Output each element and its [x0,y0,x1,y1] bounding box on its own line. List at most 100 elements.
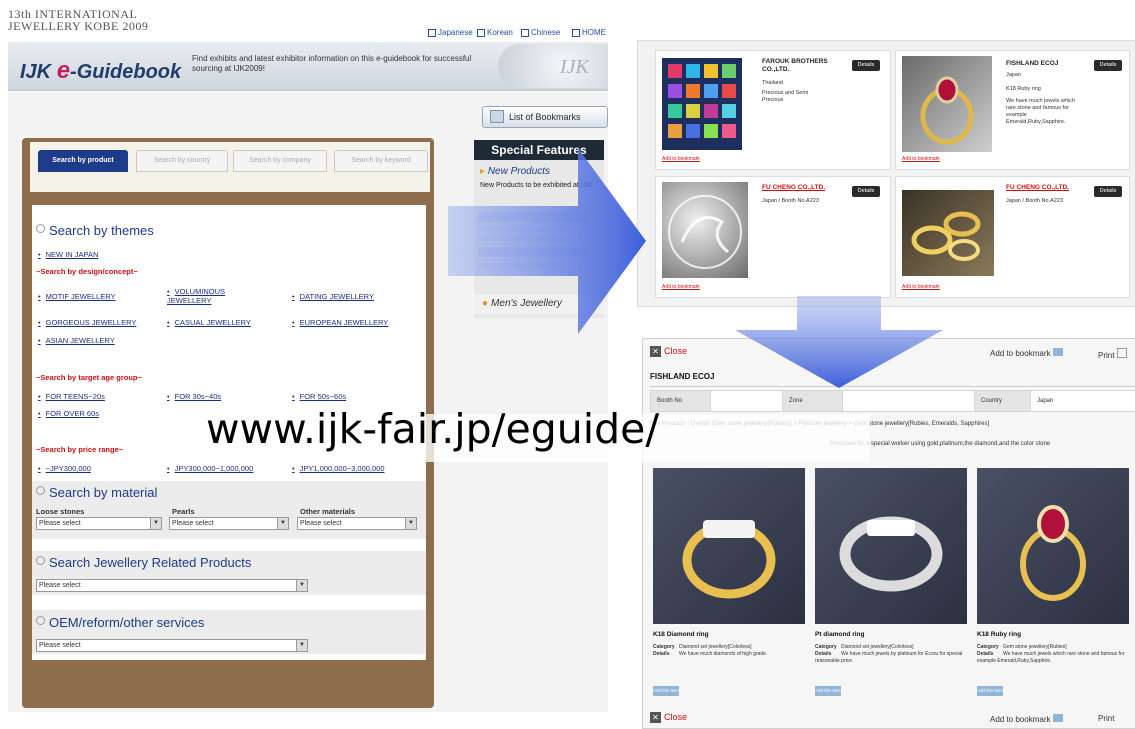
company-name-fu-cheng[interactable]: FU CHENG CO.,LTD. [762,184,825,192]
zone-label: Zone [782,390,844,412]
company-country: Japan [1006,72,1021,78]
home-link[interactable]: HOME [572,28,606,37]
product-title: K18 Ruby ring [977,631,1022,638]
product-image-k18-diamond-ring[interactable] [653,468,805,624]
design-concept-heading: ~Search by design/concept~ [36,267,138,276]
tab-search-by-company[interactable]: Search by company [233,150,327,172]
details-button[interactable]: Details [1094,60,1122,71]
bookmark-list-icon [490,110,504,123]
company-name-fishland: FISHLAND ECOJ [1006,60,1059,67]
details-button[interactable]: Details [852,60,880,71]
chevron-down-icon: ▼ [296,580,307,591]
details-line: Produced for a special worker using gold… [830,441,1051,447]
add-to-bookmark-button[interactable]: Add to bookmark [990,348,1063,358]
language-link-chinese[interactable]: Chinese [521,28,560,37]
chevron-down-icon: ▼ [296,640,307,651]
booth-label: Booth No [650,390,712,412]
add-item-button[interactable]: Add this item [653,686,679,696]
link-for-over-60s[interactable]: FOR OVER 60s [38,409,99,418]
product-details: Category Diamond set jewellery[Colorless]… [815,644,963,664]
company-location: Japan / Booth No.A223 [1006,198,1063,204]
link-for-50s-60s[interactable]: FOR 50s~60s [292,392,346,401]
add-to-bookmark-link[interactable]: Add to bookmark [902,284,940,290]
globe-logo [498,44,608,88]
link-asian-jewellery[interactable]: ASIAN JEWELLERY [38,336,115,345]
search-icon [36,556,45,565]
country-label: Country [974,390,1032,412]
company-specialty: Precious and Semi Precious [762,90,809,103]
app-title: IJK e-Guidebook [20,57,182,84]
add-to-bookmark-link[interactable]: Add to bookmark [662,284,700,290]
link-dating-jewellery[interactable]: DATING JEWELLERY [292,292,374,301]
link-voluminous-jewellery[interactable]: VOLUMINOUS JEWELLERY [167,287,247,305]
company-name-farouk: FAROUK BROTHERS CO.,LTD. [762,58,828,73]
other-materials-label: Other materials [300,507,356,516]
chevron-down-icon: ▼ [277,518,288,529]
link-for-teens-20s[interactable]: FOR TEENS~20s [38,392,105,401]
link-european-jewellery[interactable]: EUROPEAN JEWELLERY [292,318,389,327]
product-image-k18-ruby-ring[interactable] [977,468,1129,624]
add-item-button[interactable]: Add this item [977,686,1003,696]
printer-icon [1116,348,1127,358]
language-link-korean[interactable]: Korean [477,28,513,37]
add-item-button[interactable]: Add this item [815,686,841,696]
target-age-heading: ~Search by target age group~ [36,373,142,382]
close-button-bottom[interactable]: ✕ Close [650,712,687,723]
zone-value [842,390,976,412]
ruby-ring-image [902,56,992,152]
link-casual-jewellery[interactable]: CASUAL JEWELLERY [167,318,251,327]
bookmark-icon [1052,348,1063,356]
product-name: K18 Ruby ring [1006,86,1041,92]
link-new-in-japan[interactable]: NEW IN JAPAN [38,250,99,259]
company-name-fu-cheng[interactable]: FU CHENG CO.,LTD. [1006,184,1069,192]
add-to-bookmark-link[interactable]: Add to bookmark [662,156,700,162]
chevron-down-icon: ▼ [150,518,161,529]
pearls-select[interactable]: Please select ▼ [169,517,289,530]
tab-search-by-keyword[interactable]: Search by keyword [334,150,428,172]
print-button-bottom[interactable]: Print [1098,714,1114,723]
product-title: Pt diamond ring [815,631,865,638]
link-motif-jewellery[interactable]: MOTIF JEWELLERY [38,292,116,301]
pearls-label: Pearls [172,507,195,516]
other-materials-select[interactable]: Please select ▼ [297,517,417,530]
loose-stones-select[interactable]: Please select ▼ [36,517,162,530]
crystal-dragon-image [662,182,748,278]
link-for-30s-40s[interactable]: FOR 30s~40s [167,392,221,401]
eguide-url-text: www.ijk-fair.jp/eguide/ [206,405,660,453]
right-arrow-graphic [448,148,646,334]
product-image-pt-diamond-ring[interactable] [815,468,967,624]
bookmark-icon [1052,714,1063,722]
chevron-down-icon: ▼ [405,518,416,529]
link-price-up-to-300000[interactable]: ~JPY300,000 [38,464,91,473]
company-location: Japan / Booth No.A223 [762,198,819,204]
booth-value [710,390,784,412]
oem-heading: OEM/reform/other services [36,615,204,630]
tab-search-by-country[interactable]: Search by country [136,150,228,172]
loose-stones-label: Loose stones [36,507,85,516]
add-to-bookmark-button-bottom[interactable]: Add to bookmark [990,714,1063,724]
search-icon [36,224,45,233]
search-by-material-heading: Search by material [36,485,157,500]
link-gorgeous-jewellery[interactable]: GORGEOUS JEWELLERY [38,318,137,327]
product-details: Category Gem stone jewellery[Rubies] Detai… [977,644,1125,664]
app-description: Find exhibits and latest exhibitor infor… [192,54,472,73]
related-products-select[interactable]: Please select ▼ [36,579,308,592]
product-title: K18 Diamond ring [653,631,709,638]
product-details: Category Diamond set jewellery[Colorless]… [653,644,768,657]
details-button[interactable]: Details [1094,186,1122,197]
search-by-themes-heading: Search by themes [36,223,154,238]
details-button[interactable]: Details [852,186,880,197]
print-button[interactable]: Print [1098,348,1127,360]
oem-select[interactable]: Please select ▼ [36,639,308,652]
add-to-bookmark-link[interactable]: Add to bookmark [902,156,940,162]
exhibitor-name: FISHLAND ECOJ [650,372,715,381]
related-products-heading: Search Jewellery Related Products [36,555,251,570]
link-price-300000-1000000[interactable]: JPY300,000~1,000,000 [167,464,254,473]
company-country: Thailand [762,80,784,86]
close-button[interactable]: ✕ Close [650,346,687,357]
language-link-japanese[interactable]: Japanese [428,28,473,37]
ijk-logo-text: IJK [560,56,589,78]
country-value: Japan [1030,390,1135,412]
tab-search-by-product[interactable]: Search by product [38,150,128,172]
link-price-1000000-3000000[interactable]: JPY1,000,000~3,000,000 [292,464,385,473]
